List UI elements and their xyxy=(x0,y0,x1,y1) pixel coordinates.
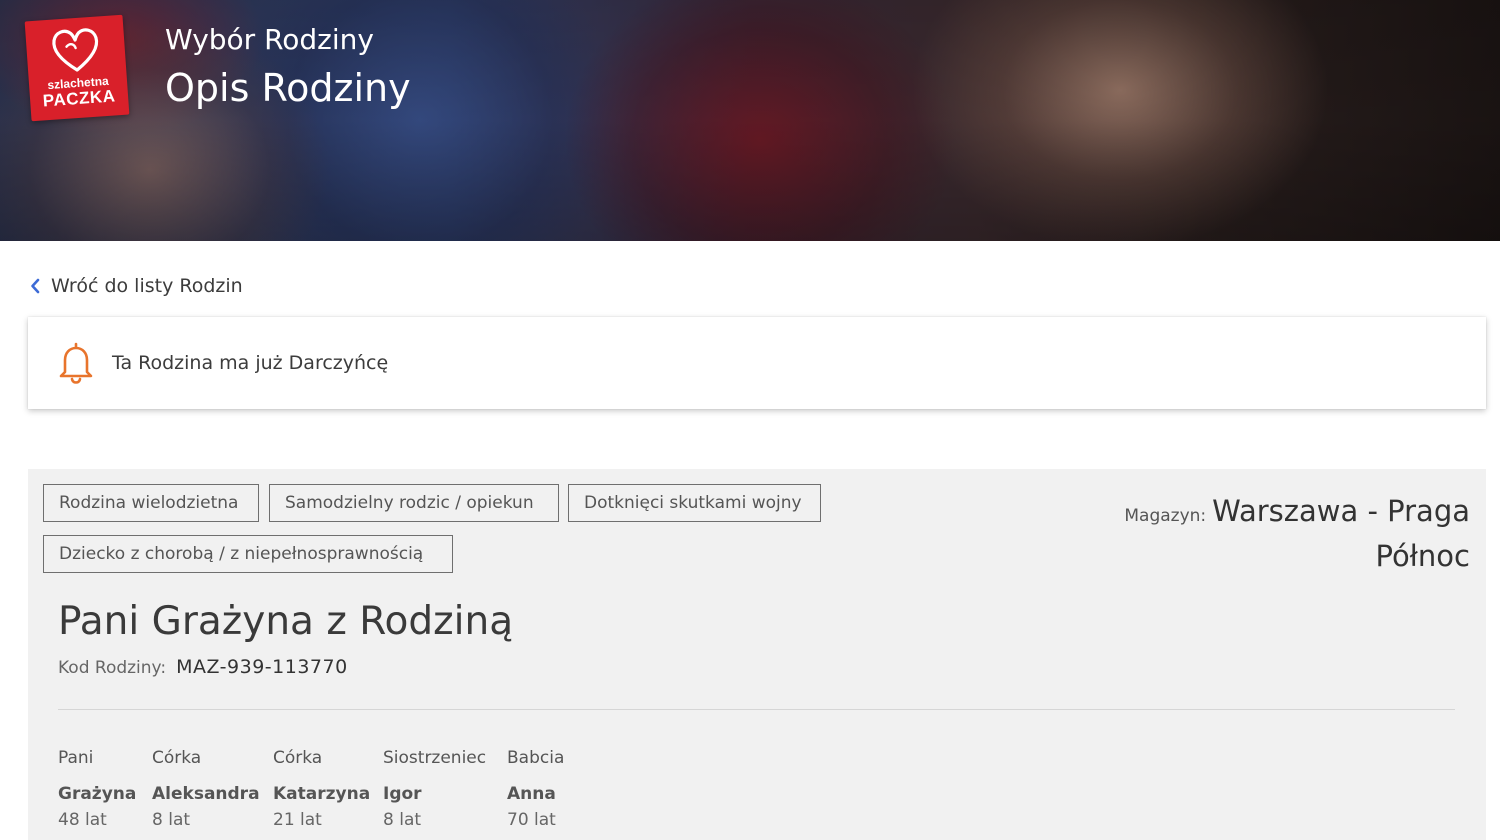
warehouse-value-line1: Warszawa - Praga xyxy=(1212,494,1470,528)
family-member: Babcia Anna 70 lat xyxy=(507,745,564,833)
member-age: 21 lat xyxy=(273,810,322,830)
family-member: Siostrzeniec Igor 8 lat xyxy=(383,745,486,833)
tag-large-family: Rodzina wielodzietna xyxy=(43,484,259,522)
warehouse-value-line2: Północ xyxy=(1375,539,1470,573)
member-role: Córka xyxy=(273,748,323,768)
member-age: 8 lat xyxy=(383,810,422,830)
family-member: Córka Katarzyna 21 lat xyxy=(273,745,370,833)
page-subtitle: Wybór Rodziny xyxy=(165,23,374,56)
family-member: Córka Aleksandra 8 lat xyxy=(152,745,260,833)
family-card: Rodzina wielodzietna Samodzielny rodzic … xyxy=(28,469,1486,840)
chevron-left-icon xyxy=(31,278,40,294)
back-to-family-list-link[interactable]: Wróć do listy Rodzin xyxy=(30,272,243,300)
family-code-label: Kod Rodziny: xyxy=(58,658,167,678)
member-role: Babcia xyxy=(507,748,565,768)
donor-assigned-notice: Ta Rodzina ma już Darczyńcę xyxy=(28,317,1486,409)
family-code: MAZ-939-113770 xyxy=(176,656,348,678)
bell-icon xyxy=(59,342,93,384)
szlachetna-paczka-logo[interactable]: szlachetna PACZKA xyxy=(24,14,130,122)
page-title: Opis Rodziny xyxy=(165,66,411,110)
member-role: Córka xyxy=(152,748,202,768)
family-member: Pani Grażyna 48 lat xyxy=(58,745,136,833)
divider xyxy=(58,709,1455,710)
back-link-label: Wróć do listy Rodzin xyxy=(51,275,243,297)
member-role: Pani xyxy=(58,748,94,768)
member-age: 8 lat xyxy=(152,810,191,830)
family-name: Pani Grażyna z Rodziną xyxy=(58,599,514,644)
notice-text: Ta Rodzina ma już Darczyńcę xyxy=(112,352,389,374)
member-name: Aleksandra xyxy=(152,784,260,804)
member-age: 48 lat xyxy=(58,810,107,830)
warehouse-label: Magazyn: xyxy=(1124,506,1207,526)
member-name: Katarzyna xyxy=(273,784,371,804)
hero-banner: szlachetna PACZKA Wybór Rodziny Opis Rod… xyxy=(0,0,1500,241)
heart-logo-icon xyxy=(52,28,99,72)
member-age: 70 lat xyxy=(507,810,556,830)
warehouse-info: Magazyn: Warszawa - Praga Północ xyxy=(1050,489,1470,579)
member-name: Anna xyxy=(507,784,556,804)
member-name: Igor xyxy=(383,784,422,804)
member-role: Siostrzeniec xyxy=(383,748,487,768)
tag-single-parent: Samodzielny rodzic / opiekun xyxy=(269,484,559,522)
tag-war-affected: Dotknięci skutkami wojny xyxy=(568,484,821,522)
tag-child-with-disability: Dziecko z chorobą / z niepełnosprawności… xyxy=(43,535,453,573)
member-name: Grażyna xyxy=(58,784,137,804)
family-code-row: Kod Rodziny: MAZ-939-113770 xyxy=(58,656,348,678)
